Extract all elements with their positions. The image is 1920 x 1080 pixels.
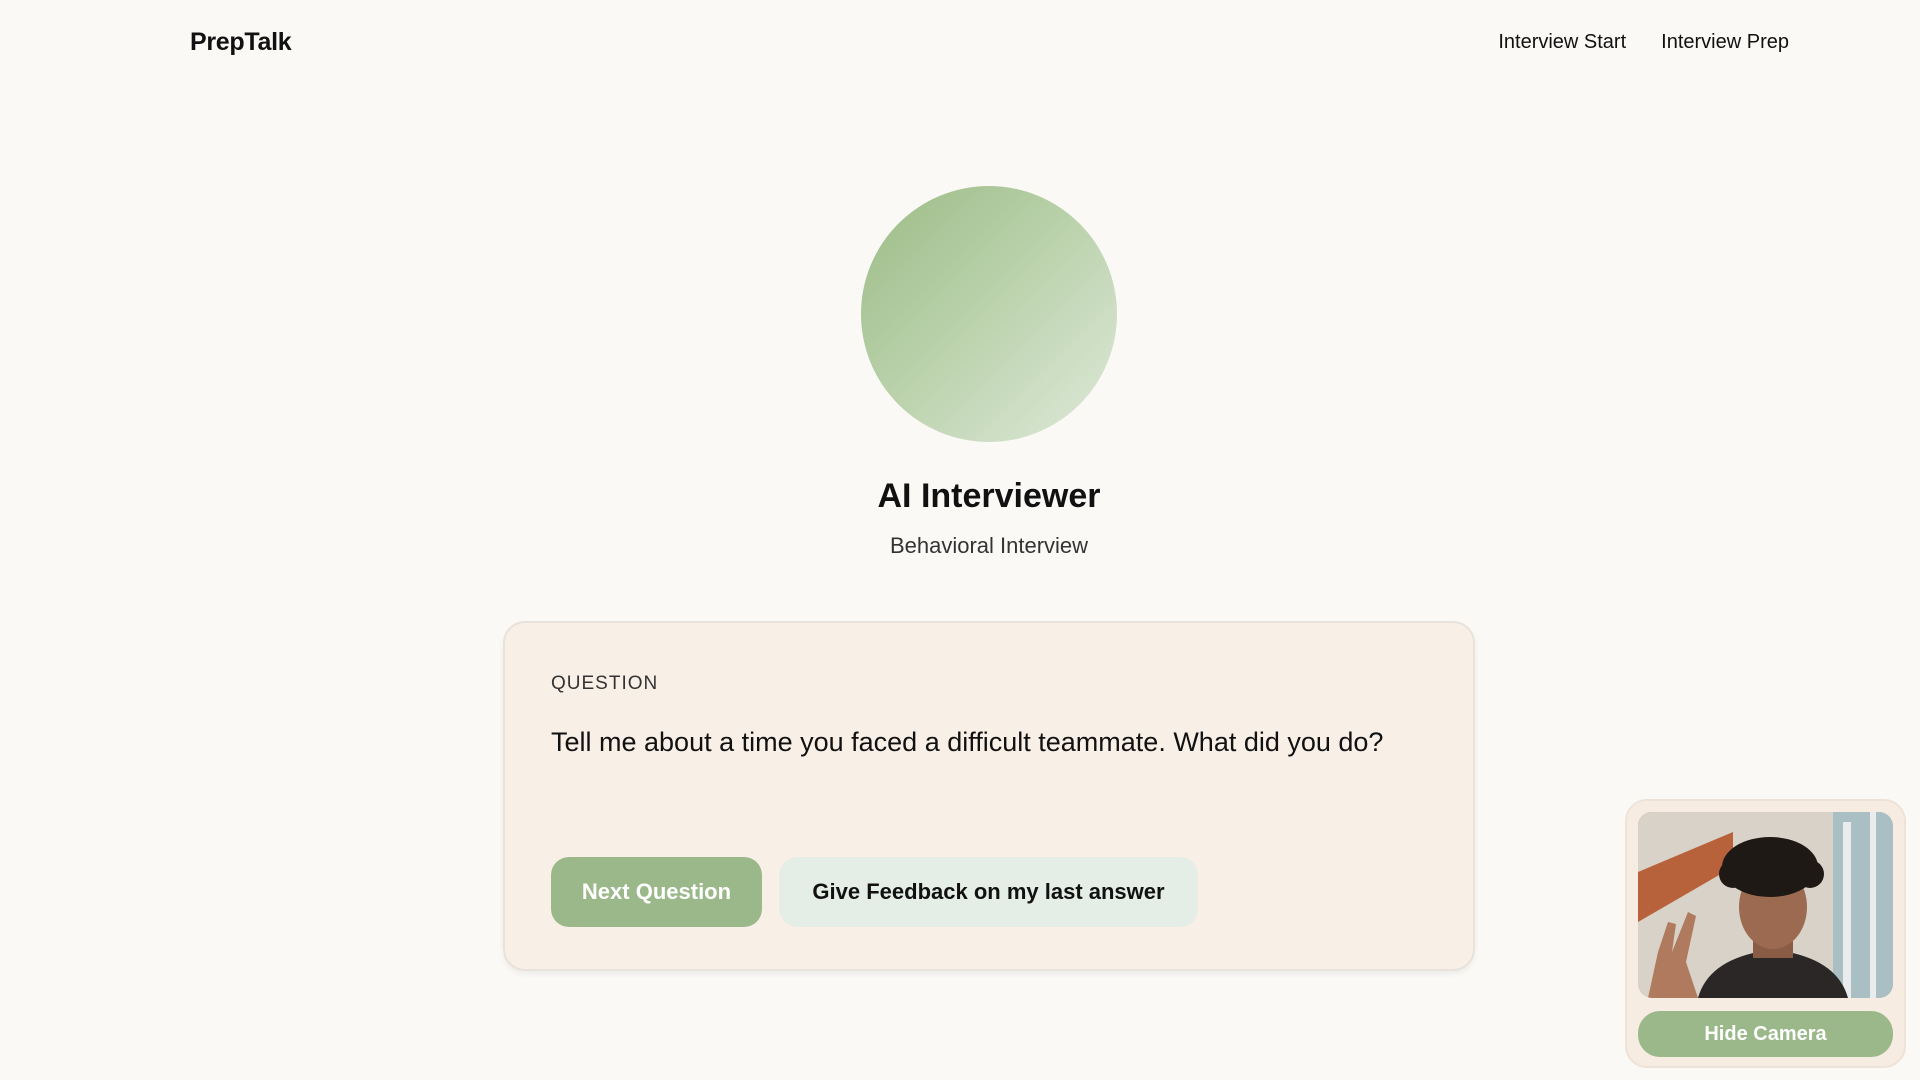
webcam-image [1638, 812, 1893, 998]
interview-type-label: Behavioral Interview [889, 533, 1089, 558]
question-card: QUESTION Tell me about a time you faced … [503, 621, 1475, 971]
interviewer-avatar-orb [861, 186, 1117, 442]
nav-link-interview-prep[interactable]: Interview Prep [1661, 31, 1789, 54]
main-nav: Interview Start Interview Prep [1498, 31, 1789, 54]
give-feedback-button[interactable]: Give Feedback on my last answer [779, 857, 1198, 927]
question-label: QUESTION [551, 673, 659, 694]
camera-preview-panel: Hide Camera [1625, 799, 1906, 1068]
interviewer-name: AI Interviewer [877, 477, 1101, 515]
brand-logo[interactable]: PrepTalk [190, 28, 292, 57]
nav-link-interview-start[interactable]: Interview Start [1498, 31, 1626, 54]
next-question-button[interactable]: Next Question [551, 857, 762, 927]
top-navigation-bar: PrepTalk Interview Start Interview Prep [0, 0, 1920, 86]
hide-camera-button[interactable]: Hide Camera [1638, 1011, 1893, 1057]
question-text: Tell me about a time you faced a difficu… [551, 727, 1384, 757]
camera-video-feed [1638, 812, 1893, 998]
